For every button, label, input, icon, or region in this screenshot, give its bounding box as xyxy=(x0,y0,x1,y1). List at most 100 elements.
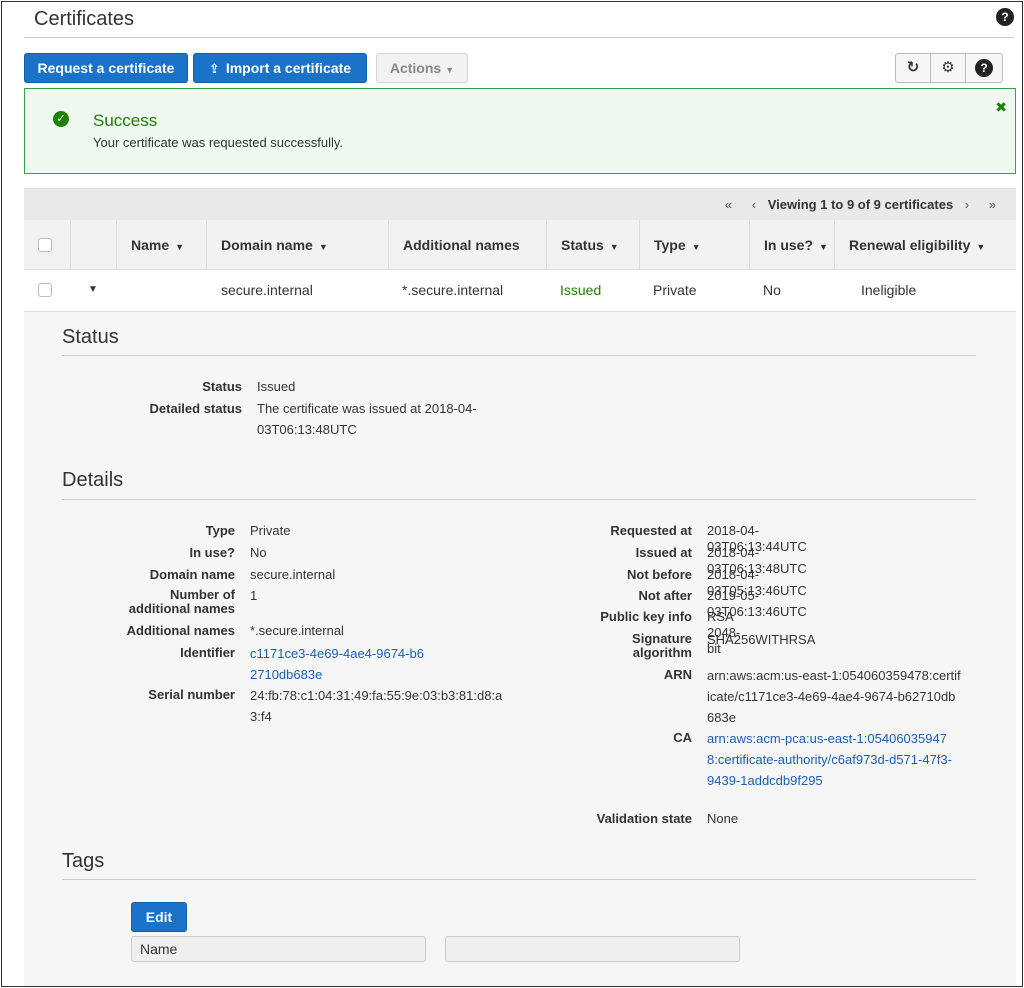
field-label: Requested at xyxy=(610,523,692,538)
caret-down-icon: ▼ xyxy=(445,65,455,75)
refresh-button[interactable]: ↻ xyxy=(895,53,931,83)
field-value: 24:fb:78:c1:04:31:49:fa:55:9e:03:b3:81:d… xyxy=(250,688,503,724)
cell-in-use: No xyxy=(763,282,781,298)
cell-additional-names: *.secure.internal xyxy=(402,282,504,298)
column-label: Domain name xyxy=(221,237,313,253)
edit-tags-button[interactable]: Edit xyxy=(131,902,187,932)
settings-button[interactable]: ⚙ xyxy=(930,53,966,83)
field-value: *.secure.internal xyxy=(250,623,344,638)
column-label: Additional names xyxy=(403,237,520,253)
page-title: Certificates xyxy=(34,8,135,30)
column-label: Status xyxy=(561,237,604,253)
caret-down-icon: ▼ xyxy=(175,242,185,252)
column-label: Name xyxy=(131,237,170,253)
caret-down-icon: ▼ xyxy=(819,242,828,252)
field-value: secure.internal xyxy=(250,567,336,582)
success-alert: ✓ Success Your certificate was requested… xyxy=(24,88,1016,174)
field-value: No xyxy=(250,545,267,560)
section-divider xyxy=(62,499,976,500)
request-certificate-button[interactable]: Request a certificate xyxy=(24,53,188,83)
question-circle-icon[interactable]: ? xyxy=(996,8,1014,26)
column-additional-names: Additional names xyxy=(388,220,546,270)
field-label: In use? xyxy=(189,545,235,560)
identifier-link[interactable]: c1171ce3-4e69-4ae4-9674-b62710db683e xyxy=(250,643,430,685)
row-checkbox[interactable] xyxy=(38,283,52,297)
field-label: ARN xyxy=(663,667,692,682)
column-domain-name[interactable]: Domain name ▼ xyxy=(206,220,388,270)
caret-down-icon: ▼ xyxy=(318,242,328,252)
field-label: Type xyxy=(205,523,235,538)
caret-down-icon: ▼ xyxy=(691,242,701,252)
table-row[interactable]: ▼ secure.internal *.secure.internal Issu… xyxy=(24,270,1016,312)
ca-link[interactable]: arn:aws:acm-pca:us-east-1:054060359478:c… xyxy=(707,728,952,791)
check-circle-icon: ✓ xyxy=(53,111,69,127)
column-in-use[interactable]: In use? ▼ xyxy=(749,220,834,270)
help-button[interactable]: ? xyxy=(965,53,1003,83)
field-label: Status xyxy=(202,379,242,394)
field-label: CA xyxy=(673,730,692,745)
pagination-bar: « ‹ Viewing 1 to 9 of 9 certificates › » xyxy=(24,188,1016,220)
expand-column-header xyxy=(70,220,116,270)
close-icon[interactable]: ✖ xyxy=(995,99,1007,116)
tag-name-field[interactable]: Name xyxy=(131,936,426,962)
section-divider xyxy=(62,355,976,356)
pager-text: Viewing 1 to 9 of 9 certificates xyxy=(767,197,954,212)
alert-title: Success xyxy=(93,111,158,130)
cell-status: Issued xyxy=(560,282,602,298)
import-certificate-label: Import a certificate xyxy=(225,60,352,76)
field-value: Private xyxy=(250,523,291,538)
field-value: None xyxy=(707,811,739,826)
column-name[interactable]: Name ▼ xyxy=(116,220,206,270)
field-label: Serial number xyxy=(148,687,235,702)
field-label: Not after xyxy=(638,588,692,603)
field-label: Domain name xyxy=(149,567,235,582)
question-circle-icon: ? xyxy=(975,59,993,77)
caret-down-icon[interactable]: ▼ xyxy=(88,284,98,295)
field-label: Issued at xyxy=(635,545,692,560)
prev-page-icon[interactable]: ‹ xyxy=(752,197,756,212)
field-value: 1 xyxy=(250,588,258,603)
field-label: Additional names xyxy=(126,623,235,638)
field-label: Identifier xyxy=(180,645,235,660)
pager: « ‹ Viewing 1 to 9 of 9 certificates › » xyxy=(717,197,1004,212)
column-type[interactable]: Type ▼ xyxy=(639,220,749,270)
last-page-icon[interactable]: » xyxy=(989,197,996,212)
details-section-title: Details xyxy=(62,469,124,491)
field-label: Detailed status xyxy=(149,401,242,416)
caret-down-icon: ▼ xyxy=(976,242,986,252)
alert-message: Your certificate was requested successfu… xyxy=(93,135,344,150)
column-status[interactable]: Status ▼ xyxy=(546,220,639,270)
title-divider xyxy=(24,37,1014,38)
select-all-checkbox[interactable] xyxy=(38,238,52,252)
field-value: Issued xyxy=(257,379,296,394)
column-label: In use? xyxy=(764,237,814,253)
column-label: Renewal eligibility xyxy=(849,237,971,253)
first-page-icon[interactable]: « xyxy=(725,197,732,212)
refresh-icon: ↻ xyxy=(906,59,920,76)
field-label: Public key info xyxy=(600,609,692,624)
actions-dropdown[interactable]: Actions ▼ xyxy=(376,53,468,83)
field-label: Validation state xyxy=(596,811,692,826)
tags-section-title: Tags xyxy=(62,850,105,872)
status-section-title: Status xyxy=(62,326,119,348)
cell-type: Private xyxy=(653,282,697,298)
cell-renewal: Ineligible xyxy=(861,282,917,298)
import-certificate-button[interactable]: ⇪ Import a certificate xyxy=(193,53,367,83)
caret-down-icon: ▼ xyxy=(609,242,619,252)
actions-label: Actions xyxy=(389,60,442,76)
section-divider xyxy=(62,879,976,880)
field-value: The certificate was issued at 2018-04-03… xyxy=(257,401,477,437)
field-label: Not before xyxy=(627,567,692,582)
table-header: Name ▼ Domain name ▼ Additional names Stat… xyxy=(24,220,1016,270)
field-value: SHA256WITHRSA xyxy=(707,632,816,647)
field-value: arn:aws:acm:us-east-1:054060359478:certi… xyxy=(707,668,961,725)
column-label: Type xyxy=(654,237,686,253)
cell-domain: secure.internal xyxy=(221,282,313,298)
certificates-console: Certificates ? Request a certificate ⇪ Im… xyxy=(1,1,1023,987)
field-label: Signature algorithm xyxy=(632,631,692,660)
gear-icon: ⚙ xyxy=(941,59,955,76)
next-page-icon[interactable]: › xyxy=(965,197,969,212)
column-renewal-eligibility[interactable]: Renewal eligibility ▼ xyxy=(834,220,1016,270)
upload-icon: ⇪ xyxy=(208,61,220,76)
tag-value-field[interactable] xyxy=(445,936,740,962)
